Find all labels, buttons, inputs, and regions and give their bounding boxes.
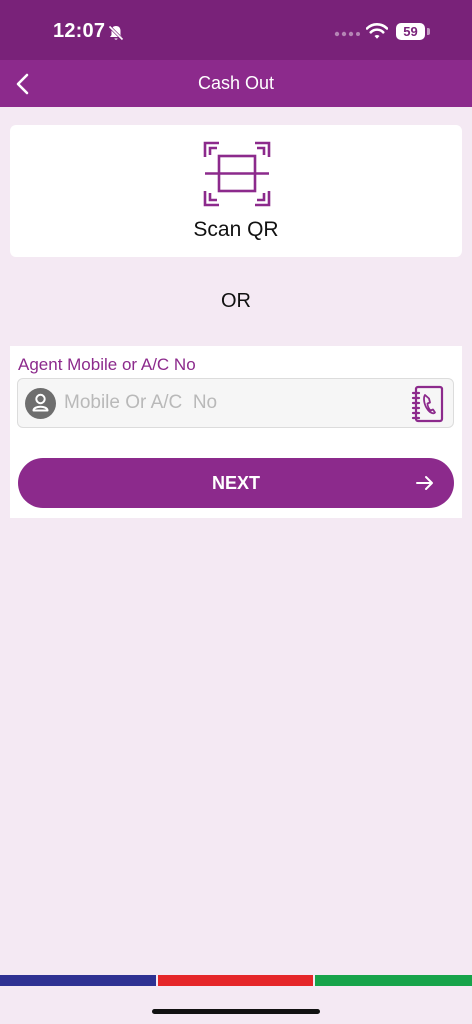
strip-green <box>315 975 472 986</box>
signal-icon <box>334 31 360 37</box>
home-indicator[interactable] <box>152 1009 320 1014</box>
strip-blue <box>0 975 156 986</box>
wifi-icon <box>366 23 388 39</box>
agent-number-input[interactable] <box>64 387 400 419</box>
status-time: 12:07 <box>53 20 106 42</box>
next-button-label: NEXT <box>211 473 260 493</box>
qr-scan-icon <box>203 141 271 207</box>
scan-qr-label: Scan QR <box>193 218 279 241</box>
arrow-right-icon <box>416 476 433 490</box>
or-divider: OR <box>221 290 251 312</box>
agent-number-label: Agent Mobile or A/C No <box>18 355 196 374</box>
next-button[interactable]: NEXT <box>18 458 454 508</box>
page-title: Cash Out <box>197 73 275 93</box>
scan-qr-button[interactable]: Scan QR <box>10 125 462 257</box>
person-icon <box>25 388 56 419</box>
strip-red <box>158 975 313 986</box>
agent-form: Agent Mobile or A/C No Mobile Or A/C No … <box>10 346 462 518</box>
status-bar: 12:07 59 <box>0 0 472 60</box>
bell-slash-icon <box>108 25 124 41</box>
agent-number-field[interactable] <box>17 378 454 428</box>
battery-tip <box>427 28 430 35</box>
battery-indicator: 59 <box>396 23 425 40</box>
navigation-bar: Cash Out <box>0 60 472 107</box>
contact-book-icon[interactable] <box>411 385 445 423</box>
